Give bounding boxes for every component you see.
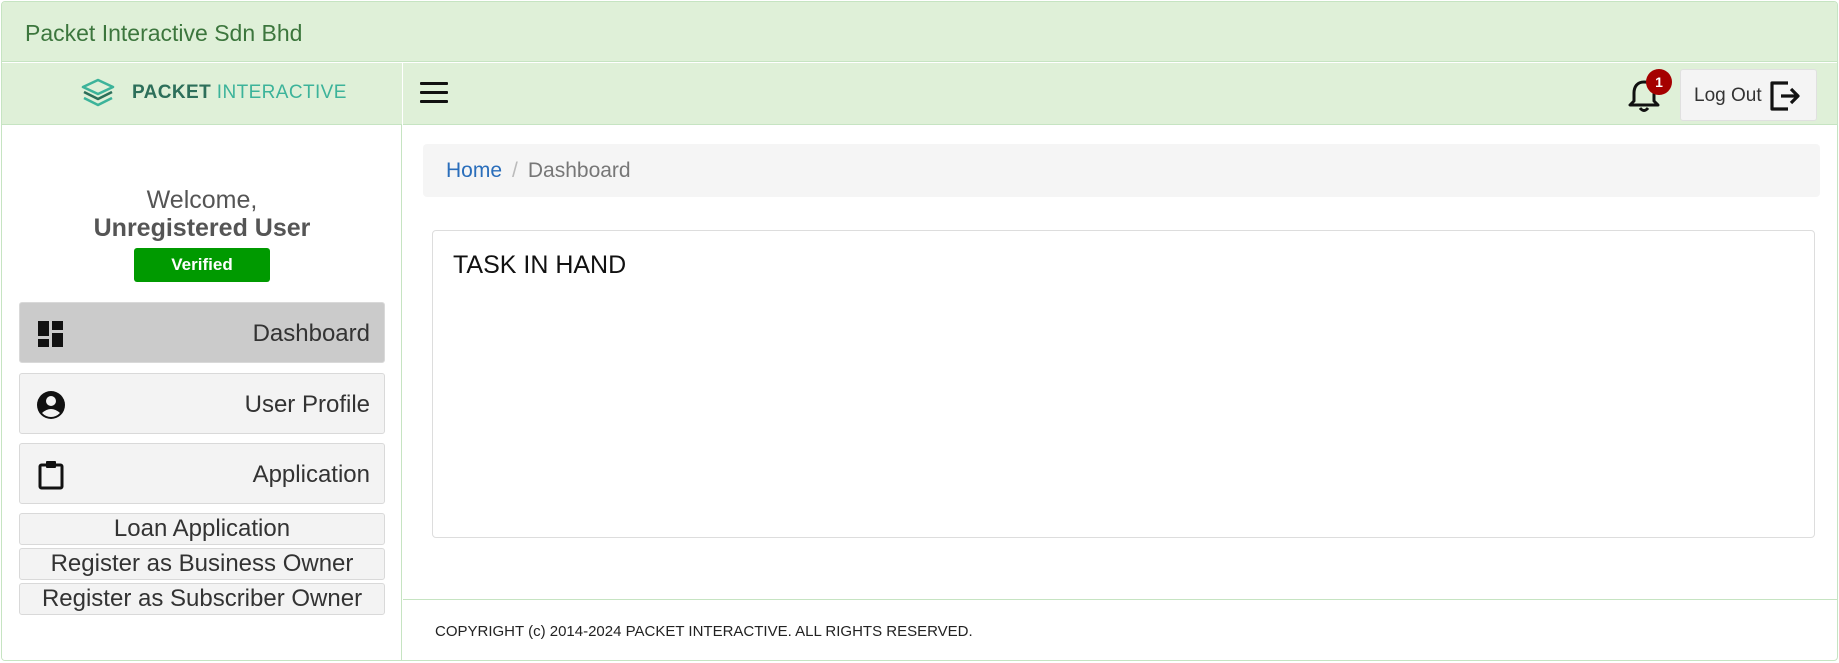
breadcrumb-current: Dashboard bbox=[527, 159, 631, 182]
sidebar-item-label: Application bbox=[252, 461, 370, 488]
breadcrumb-separator: / bbox=[512, 159, 518, 182]
top-bar: Packet Interactive Sdn Bhd bbox=[2, 2, 1837, 62]
logo-bar: PACKET INTERACTIVE bbox=[2, 63, 402, 125]
logout-button[interactable]: Log Out bbox=[1680, 69, 1817, 121]
stacked-layers-icon bbox=[81, 78, 115, 107]
content-panel: Home / Dashboard TASK IN HAND bbox=[403, 126, 1837, 600]
breadcrumb: Home / Dashboard bbox=[423, 144, 1820, 197]
sidebar-subitem-loan-application[interactable]: Loan Application bbox=[19, 513, 385, 545]
sidebar-subitem-register-subscriber-owner[interactable]: Register as Subscriber Owner bbox=[19, 583, 385, 615]
hamburger-menu-icon[interactable] bbox=[420, 82, 450, 106]
logout-label: Log Out bbox=[1694, 85, 1762, 106]
copyright-text: COPYRIGHT (c) 2014-2024 PACKET INTERACTI… bbox=[435, 623, 973, 640]
app-frame: Packet Interactive Sdn Bhd PACKET INTERA… bbox=[1, 1, 1838, 661]
account-circle-icon bbox=[37, 391, 65, 419]
status-badge: Verified bbox=[134, 248, 270, 282]
sidebar-item-application[interactable]: Application bbox=[19, 443, 385, 504]
logo-text-secondary: INTERACTIVE bbox=[216, 82, 347, 103]
logo-text-primary: PACKET bbox=[132, 82, 212, 103]
clipboard-icon bbox=[38, 461, 64, 490]
sidebar-item-label: Dashboard bbox=[252, 320, 370, 347]
footer: COPYRIGHT (c) 2014-2024 PACKET INTERACTI… bbox=[403, 600, 1837, 660]
sidebar: PACKET INTERACTIVE Welcome, Unregistered… bbox=[2, 63, 402, 660]
main-area: 1 Log Out Home / Dashboard TASK IN HAND CO… bbox=[403, 63, 1837, 660]
username: Unregistered User bbox=[93, 214, 311, 242]
dashboard-icon bbox=[38, 321, 63, 347]
breadcrumb-home-link[interactable]: Home bbox=[446, 159, 502, 182]
company-name: Packet Interactive Sdn Bhd bbox=[25, 20, 303, 46]
sidebar-subitem-register-business-owner[interactable]: Register as Business Owner bbox=[19, 548, 385, 580]
sidebar-item-dashboard[interactable]: Dashboard bbox=[19, 302, 385, 363]
header-bar: 1 Log Out bbox=[403, 63, 1837, 125]
brand-logo[interactable]: PACKET INTERACTIVE bbox=[80, 78, 347, 108]
logo-text: PACKET INTERACTIVE bbox=[132, 82, 347, 104]
sidebar-item-label: User Profile bbox=[244, 391, 370, 418]
sidebar-item-user-profile[interactable]: User Profile bbox=[19, 373, 385, 434]
task-card-title: TASK IN HAND bbox=[453, 251, 627, 279]
logout-icon bbox=[1770, 81, 1800, 111]
task-in-hand-card: TASK IN HAND bbox=[432, 230, 1815, 538]
notification-count-badge[interactable]: 1 bbox=[1646, 69, 1672, 95]
welcome-text: Welcome, bbox=[146, 186, 258, 214]
